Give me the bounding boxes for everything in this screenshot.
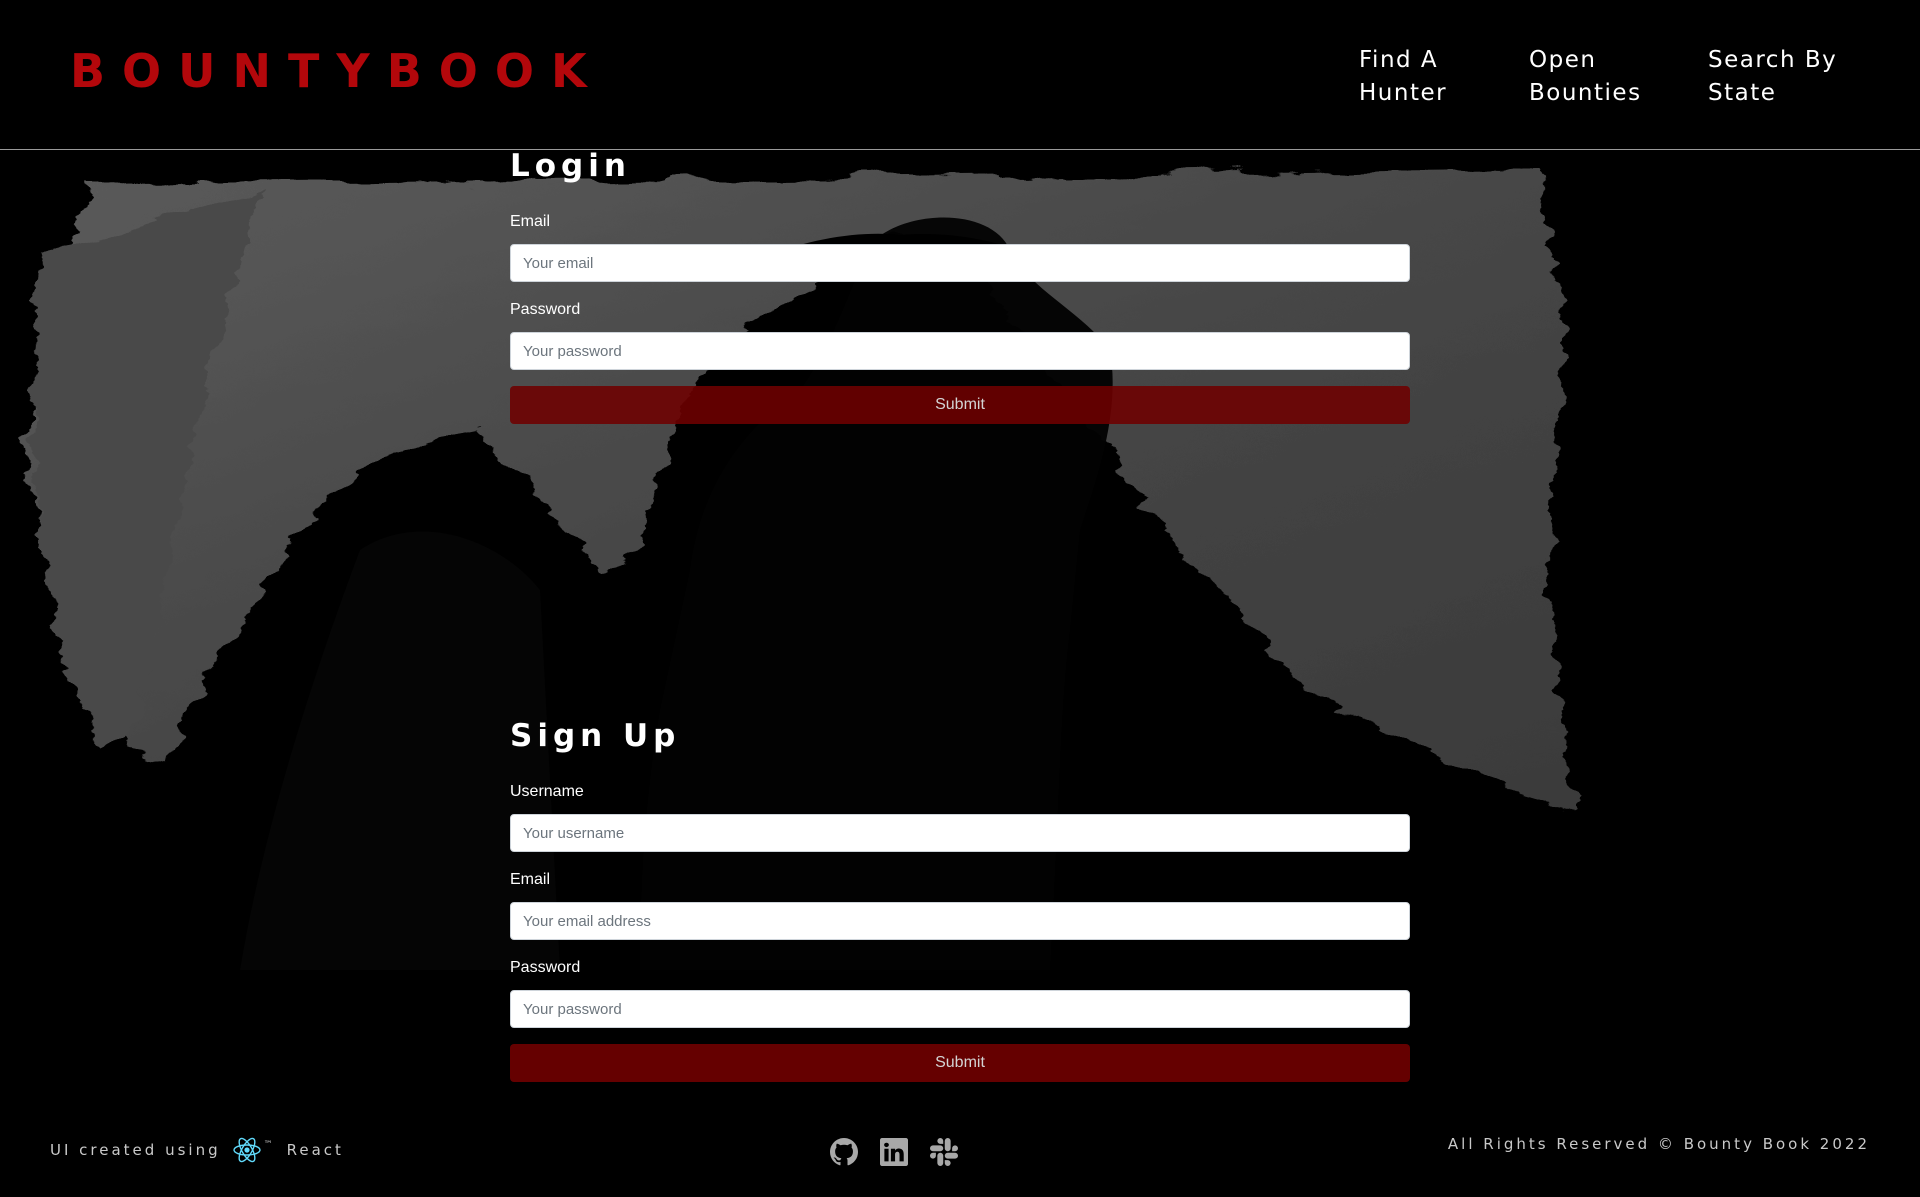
login-form: Login Email Password Submit bbox=[510, 148, 1410, 424]
signup-username-input[interactable] bbox=[510, 814, 1410, 852]
page: BOUNTYBOOK Find A Hunter Open Bounties S… bbox=[0, 0, 1920, 1197]
nav-search-by-state[interactable]: Search By State bbox=[1708, 44, 1868, 110]
nav-label-line2: Bounties bbox=[1529, 80, 1642, 106]
signup-username-label: Username bbox=[510, 783, 584, 800]
nav-label-line1: Search By bbox=[1708, 47, 1838, 73]
github-icon[interactable] bbox=[830, 1138, 858, 1166]
nav-open-bounties[interactable]: Open Bounties bbox=[1529, 44, 1659, 110]
trademark-symbol: ™ bbox=[263, 1140, 273, 1150]
social-links bbox=[830, 1138, 958, 1166]
login-password-label: Password bbox=[510, 301, 581, 318]
site-header: BOUNTYBOOK Find A Hunter Open Bounties S… bbox=[0, 0, 1920, 150]
login-submit-button[interactable]: Submit bbox=[510, 386, 1410, 424]
footer-credit: UI created using ™ React bbox=[50, 1134, 344, 1166]
login-email-label: Email bbox=[510, 213, 551, 230]
nav-label-line2: State bbox=[1708, 80, 1777, 106]
login-password-input[interactable] bbox=[510, 332, 1410, 370]
signup-email-label: Email bbox=[510, 871, 551, 888]
site-footer: UI created using ™ React All Rights Rese… bbox=[0, 1110, 1920, 1197]
nav-label-line2: Hunter bbox=[1359, 80, 1448, 106]
signup-password-input[interactable] bbox=[510, 990, 1410, 1028]
react-icon bbox=[232, 1137, 261, 1163]
linkedin-icon[interactable] bbox=[880, 1138, 908, 1166]
nav-label-line1: Open bbox=[1529, 47, 1597, 73]
signup-submit-button[interactable]: Submit bbox=[510, 1044, 1410, 1082]
login-title: Login bbox=[510, 148, 631, 184]
signup-title: Sign Up bbox=[510, 718, 681, 754]
react-label: React bbox=[286, 1141, 344, 1159]
signup-password-label: Password bbox=[510, 959, 581, 976]
nav-label-line1: Find A bbox=[1359, 47, 1439, 73]
nav-find-a-hunter[interactable]: Find A Hunter bbox=[1359, 44, 1489, 110]
login-email-input[interactable] bbox=[510, 244, 1410, 282]
signup-form: Sign Up Username Email Password Submit bbox=[510, 718, 1410, 1082]
signup-email-input[interactable] bbox=[510, 902, 1410, 940]
footer-credit-text: UI created using bbox=[50, 1141, 221, 1159]
main-nav: Find A Hunter Open Bounties Search By St… bbox=[0, 44, 1920, 124]
footer-copyright: All Rights Reserved © Bounty Book 2022 bbox=[1447, 1135, 1870, 1153]
slack-icon[interactable] bbox=[930, 1138, 958, 1166]
